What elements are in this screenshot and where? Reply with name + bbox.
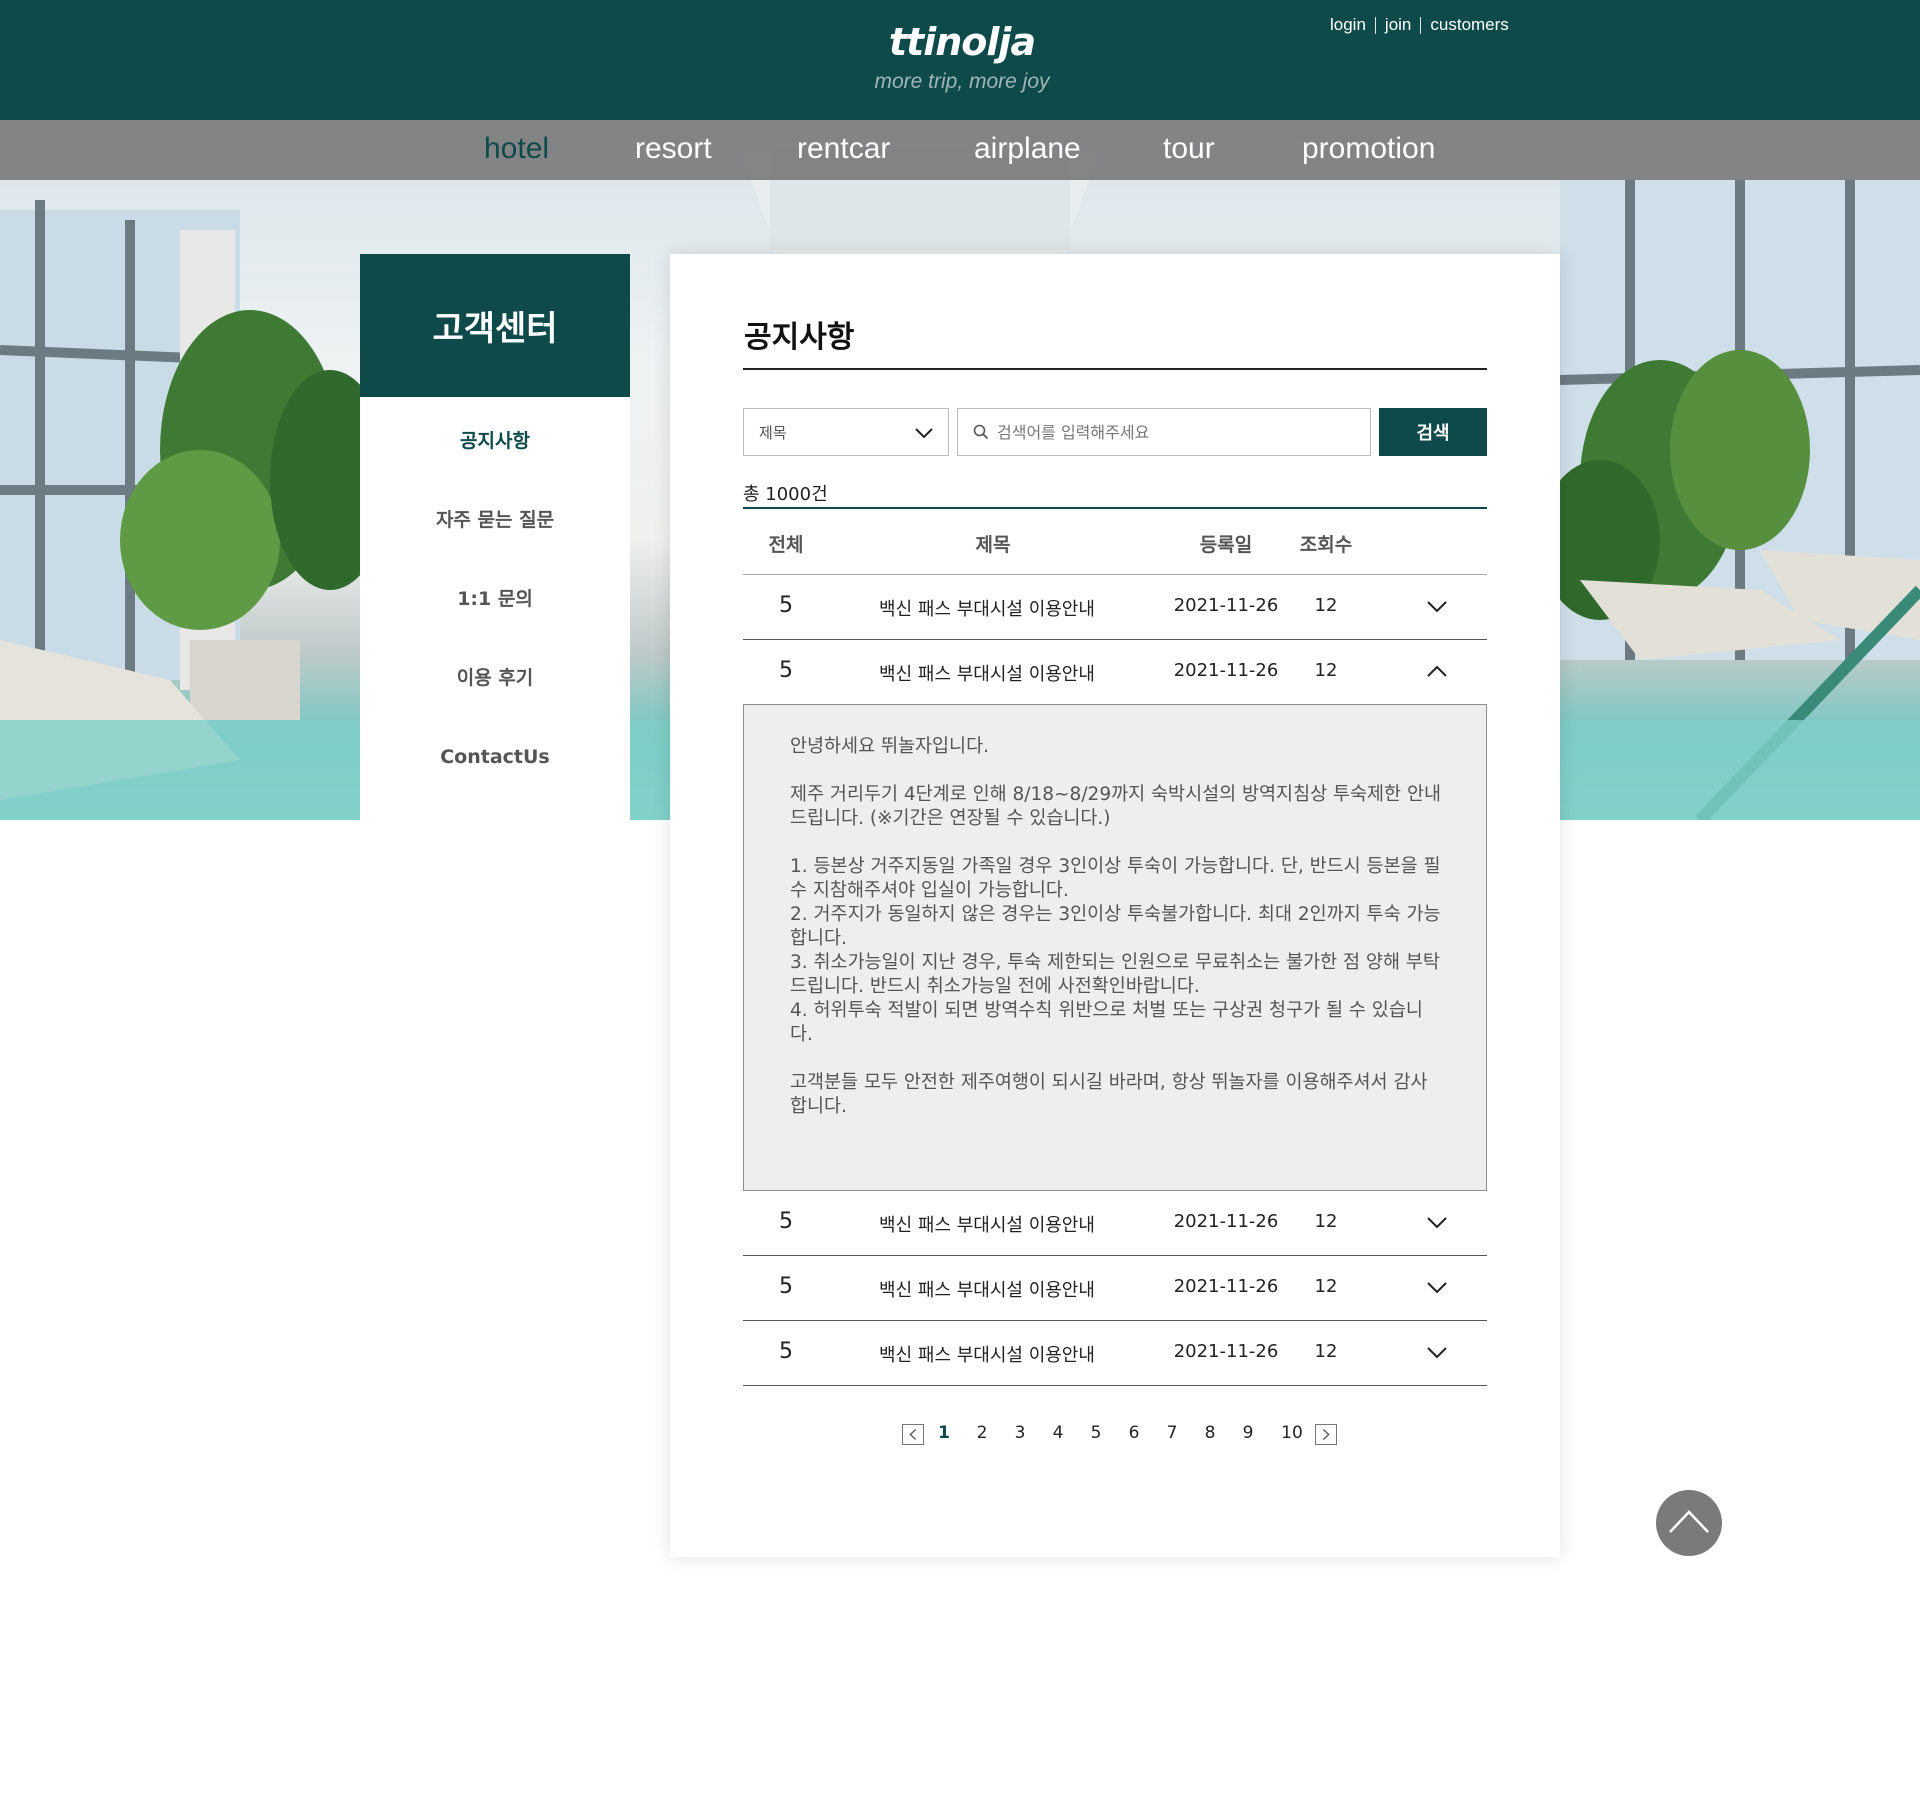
nav-item-promotion[interactable]: promotion <box>1302 129 1435 169</box>
page-link[interactable]: 8 <box>1198 1423 1222 1443</box>
total-count: 총 1000건 <box>743 484 828 505</box>
detail-item: 4. 허위투숙 적발이 되면 방역수칙 위반으로 처벌 또는 구상권 청구가 될… <box>790 1000 1423 1045</box>
chevron-down-icon[interactable] <box>1425 1213 1449 1233</box>
row-views: 12 <box>1314 660 1338 681</box>
detail-closing: 고객분들 모두 안전한 제주여행이 되시길 바라며, 항상 뛰놀자를 이용해주셔… <box>790 1072 1428 1117</box>
sidebar-title: 고객센터 <box>360 254 630 397</box>
page-link[interactable]: 6 <box>1122 1423 1146 1443</box>
sidebar-item-reviews[interactable]: 이용 후기 <box>360 634 630 713</box>
search-button[interactable]: 검색 <box>1379 408 1487 456</box>
nav-item-airplane[interactable]: airplane <box>974 129 1081 169</box>
nav-item-rentcar[interactable]: rentcar <box>797 129 890 169</box>
prev-page-icon[interactable] <box>902 1424 924 1445</box>
page-link[interactable]: 10 <box>1278 1423 1306 1443</box>
row-views: 12 <box>1314 1211 1338 1232</box>
next-page-icon[interactable] <box>1315 1424 1337 1445</box>
page-link[interactable]: 2 <box>970 1423 994 1443</box>
chevron-up-icon[interactable] <box>1425 662 1449 682</box>
page-link[interactable]: 4 <box>1046 1423 1070 1443</box>
sidebar-item-contact[interactable]: ContactUs <box>360 713 630 792</box>
chevron-down-icon[interactable] <box>1425 597 1449 617</box>
row-title[interactable]: 백신 패스 부대시설 이용안내 <box>857 1341 1117 1367</box>
chevron-down-icon[interactable] <box>1425 1278 1449 1298</box>
divider <box>743 368 1487 370</box>
site-header: ttinolja more trip, more joy login join … <box>0 0 1920 120</box>
chevron-down-icon[interactable] <box>1425 1343 1449 1363</box>
arrow-up-icon <box>1669 1510 1709 1533</box>
page-link[interactable]: 9 <box>1236 1423 1260 1443</box>
page-link[interactable]: 3 <box>1008 1423 1032 1443</box>
detail-item: 3. 취소가능일이 지난 경우, 투숙 제한되는 인원으로 무료취소는 불가한 … <box>790 952 1440 997</box>
scroll-top-button[interactable] <box>1656 1490 1722 1556</box>
row-views: 12 <box>1314 1276 1338 1297</box>
site-logo[interactable]: ttinolja <box>862 20 1062 64</box>
row-views: 12 <box>1314 595 1338 616</box>
site-tagline: more trip, more joy <box>874 70 1050 93</box>
table-row[interactable]: 5 백신 패스 부대시설 이용안내 2021-11-26 12 <box>743 1321 1487 1386</box>
divider <box>1420 16 1422 34</box>
detail-intro: 제주 거리두기 4단계로 인해 8/18~8/29까지 숙박시설의 방역지침상 … <box>790 784 1441 829</box>
search-icon <box>973 424 989 440</box>
row-number: 5 <box>779 593 793 618</box>
table-row[interactable]: 5 백신 패스 부대시설 이용안내 2021-11-26 12 <box>743 1256 1487 1321</box>
column-header-views: 조회수 <box>1299 534 1353 556</box>
column-header-title: 제목 <box>975 534 1011 556</box>
detail-item: 2. 거주지가 동일하지 않은 경우는 3인이상 투숙불가합니다. 최대 2인까… <box>790 904 1441 949</box>
notice-panel: 공지사항 제목 검색 총 1000건 전체 제목 등록일 조회수 5 백신 패스… <box>670 254 1560 1557</box>
row-title[interactable]: 백신 패스 부대시설 이용안내 <box>857 595 1117 621</box>
page-link[interactable]: 5 <box>1084 1423 1108 1443</box>
select-value: 제목 <box>759 423 787 442</box>
sidebar-menu: 공지사항 자주 묻는 질문 1:1 문의 이용 후기 ContactUs <box>360 397 630 820</box>
utility-nav: login join customers <box>1330 13 1630 37</box>
sidebar-item-faq[interactable]: 자주 묻는 질문 <box>360 476 630 555</box>
sidebar-item-notice[interactable]: 공지사항 <box>360 397 630 476</box>
notice-detail: 안녕하세요 뛰놀자입니다. 제주 거리두기 4단계로 인해 8/18~8/29까… <box>743 704 1487 1191</box>
search-box <box>957 408 1371 456</box>
page-link[interactable]: 7 <box>1160 1423 1184 1443</box>
nav-item-resort[interactable]: resort <box>635 129 712 169</box>
pagination: 1 2 3 4 5 6 7 8 9 10 <box>670 1419 1560 1449</box>
nav-item-tour[interactable]: tour <box>1163 129 1215 169</box>
table-row[interactable]: 5 백신 패스 부대시설 이용안내 2021-11-26 12 <box>743 1191 1487 1256</box>
row-views: 12 <box>1314 1341 1338 1362</box>
main-nav: hotel resort rentcar airplane tour promo… <box>0 120 1920 180</box>
row-number: 5 <box>779 1209 793 1234</box>
row-title[interactable]: 백신 패스 부대시설 이용안내 <box>857 1211 1117 1237</box>
sidebar-item-inquiry[interactable]: 1:1 문의 <box>360 555 630 634</box>
row-number: 5 <box>779 1274 793 1299</box>
table-row[interactable]: 5 백신 패스 부대시설 이용안내 2021-11-26 12 <box>743 575 1487 640</box>
join-link[interactable]: join <box>1385 15 1411 35</box>
nav-item-hotel[interactable]: hotel <box>484 129 549 169</box>
column-header-number: 전체 <box>768 534 804 556</box>
detail-item: 1. 등본상 거주지동일 가족일 경우 3인이상 투숙이 가능합니다. 단, 반… <box>790 856 1441 901</box>
row-title[interactable]: 백신 패스 부대시설 이용안내 <box>857 660 1117 686</box>
divider <box>743 507 1487 509</box>
chevron-down-icon <box>915 428 933 439</box>
search-field-select[interactable]: 제목 <box>743 408 949 456</box>
table-row[interactable]: 5 백신 패스 부대시설 이용안내 2021-11-26 12 <box>743 640 1487 705</box>
row-title[interactable]: 백신 패스 부대시설 이용안내 <box>857 1276 1117 1302</box>
divider <box>1374 16 1376 34</box>
detail-greeting: 안녕하세요 뛰놀자입니다. <box>790 736 989 757</box>
page-title: 공지사항 <box>744 320 855 355</box>
search-input[interactable] <box>995 421 1365 443</box>
login-link[interactable]: login <box>1330 15 1366 35</box>
row-number: 5 <box>779 658 793 683</box>
row-number: 5 <box>779 1339 793 1364</box>
page-link[interactable]: 1 <box>932 1423 956 1443</box>
customers-link[interactable]: customers <box>1430 15 1508 35</box>
